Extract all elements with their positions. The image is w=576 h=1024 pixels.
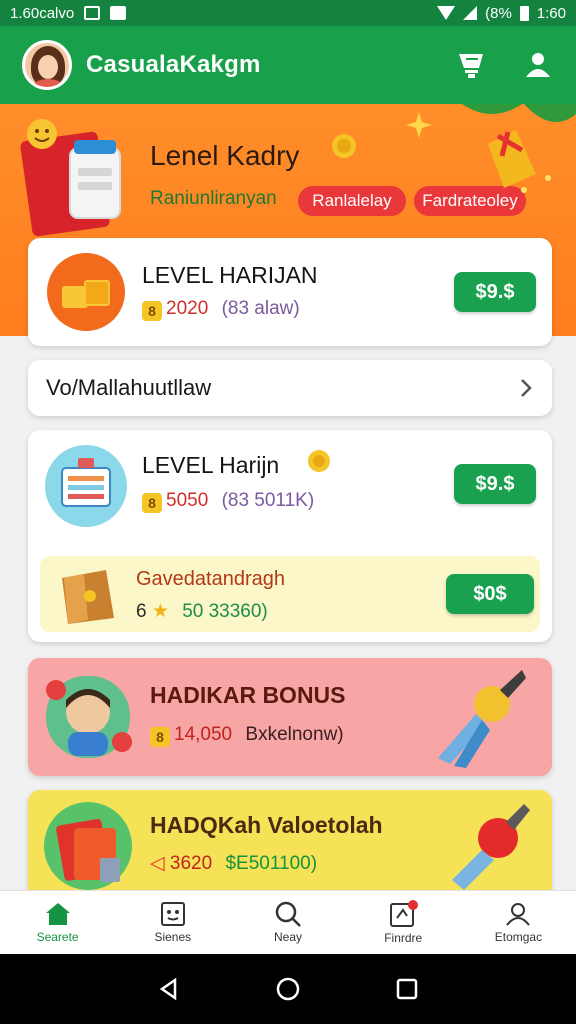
nav-orders[interactable]: Finrdre [346, 891, 461, 954]
bonus-points: 14,050 [174, 724, 233, 745]
card-1-points: 2020 [166, 298, 209, 319]
card-2-points-line: 8 5050 (83 5011K) [142, 490, 314, 513]
nav-label-search: Neay [274, 930, 303, 944]
star-icon: ★ [151, 601, 169, 622]
banner-title: Lenel Kadry [150, 140, 300, 171]
status-bar: 1.60calvo (8% 1:60 [0, 0, 576, 26]
bonus-points-note: Bxkelnonw) [245, 724, 344, 745]
ticket-icon [45, 445, 127, 527]
search-icon [275, 901, 301, 927]
app-bar: CasualaKakgm [0, 26, 576, 104]
bonus-points-line: 8 14,050 Bxkelnonw) [150, 724, 344, 747]
card-2-title: LEVEL Harijn [142, 452, 280, 478]
value-points-line: ◁ 3620 $E501100) [150, 852, 317, 875]
banner-pill-1[interactable]: Ranlalelay [298, 186, 406, 216]
home-icon [45, 903, 70, 925]
value-card[interactable]: HADQKah Valoetolah ◁ 3620 $E501100) [28, 790, 552, 900]
avatar[interactable] [22, 40, 72, 90]
buy-button-1[interactable]: $9.$ [454, 272, 536, 312]
notification-icon-2 [110, 6, 127, 20]
value-points-note: $E501100) [225, 853, 318, 874]
card-1-title: LEVEL HARIJAN [142, 262, 318, 288]
arrow-icon: ◁ [150, 853, 165, 874]
buy-button-3[interactable]: $0$ [446, 574, 534, 614]
coin-icon: 8 [142, 301, 162, 321]
back-icon[interactable] [157, 977, 181, 1001]
value-points: 3620 [169, 853, 213, 874]
sub-offer-line: 6 ★ 50 33360) [136, 600, 268, 623]
nav-label-scan: Sienes [154, 930, 192, 944]
sub-offer-title: Gavedatandragh [136, 568, 286, 590]
battery-percent: (8% [485, 4, 512, 22]
coin-icon: 8 [150, 727, 170, 747]
coin-icon [332, 134, 356, 158]
app-title: CasualaKakgm [86, 51, 261, 78]
notification-icon [84, 6, 101, 20]
notification-dot [408, 900, 419, 910]
cart-icon[interactable] [454, 48, 488, 82]
profile-icon [506, 903, 531, 926]
sparkle-icon [406, 112, 432, 138]
character-badge-icon [46, 676, 132, 758]
card-2-points: 5050 [166, 490, 209, 511]
list-row[interactable]: Vo/Mallahuutllaw [28, 360, 552, 416]
chevron-right-icon [521, 379, 532, 397]
level-card-2[interactable]: LEVEL Harijn 8 5050 (83 5011K) $9.$ Gaved… [28, 430, 552, 642]
system-nav [0, 954, 576, 1024]
gift-box-icon [44, 802, 132, 890]
buy-button-2[interactable]: $9.$ [454, 464, 536, 504]
nav-home[interactable]: Searete [0, 891, 115, 954]
bottom-nav: Searete Sienes Neay Finrdre Etomgac [0, 890, 576, 954]
card-1-points-note: (83 alaw) [221, 298, 300, 319]
signal-icon [463, 6, 478, 20]
banner-subtitle: Raniunliranyan [150, 188, 277, 209]
scan-icon [160, 902, 185, 926]
wifi-icon [437, 6, 456, 20]
spray-icon [452, 804, 530, 890]
coin-icon: 8 [142, 493, 162, 513]
sub-offer-points: 50 33360) [182, 601, 268, 622]
orders-icon [390, 900, 419, 927]
list-row-label: Vo/Mallahuutllaw [46, 375, 212, 400]
battery-icon [519, 5, 529, 21]
rocket-icon [438, 670, 526, 768]
user-icon[interactable] [522, 49, 554, 81]
bonus-card[interactable]: HADIKAR BONUS 8 14,050 Bxkelnonw) [28, 658, 552, 776]
sub-offer[interactable]: Gavedatandragh 6 ★ 50 33360) $0$ [40, 556, 540, 632]
nav-profile[interactable]: Etomgac [461, 891, 576, 954]
nav-scan[interactable]: Sienes [115, 891, 230, 954]
coins-badge-icon [47, 253, 125, 331]
level-card-1[interactable]: LEVEL HARIJAN 8 2020 (83 alaw) $9.$ [28, 238, 552, 346]
gift-bag-icon [62, 570, 114, 624]
nav-label-orders: Finrdre [384, 931, 423, 945]
gift-pack-icon [20, 119, 121, 237]
recents-icon[interactable] [395, 977, 419, 1001]
bonus-title: HADIKAR BONUS [150, 682, 346, 708]
card-2-points-note: (83 5011K) [221, 490, 315, 511]
status-time: 1:60 [536, 4, 566, 22]
bell-icon [462, 104, 576, 193]
nav-label-home: Searete [36, 930, 79, 944]
sub-offer-stars: 6 [136, 601, 147, 622]
coin-icon [308, 450, 330, 472]
card-1-points-line: 8 2020 (83 alaw) [142, 298, 300, 321]
value-title: HADQKah Valoetolah [150, 812, 383, 838]
home-button-icon[interactable] [275, 976, 301, 1002]
nav-search[interactable]: Neay [230, 891, 345, 954]
nav-label-profile: Etomgac [494, 930, 543, 944]
status-left-text: 1.60calvo [10, 4, 75, 22]
